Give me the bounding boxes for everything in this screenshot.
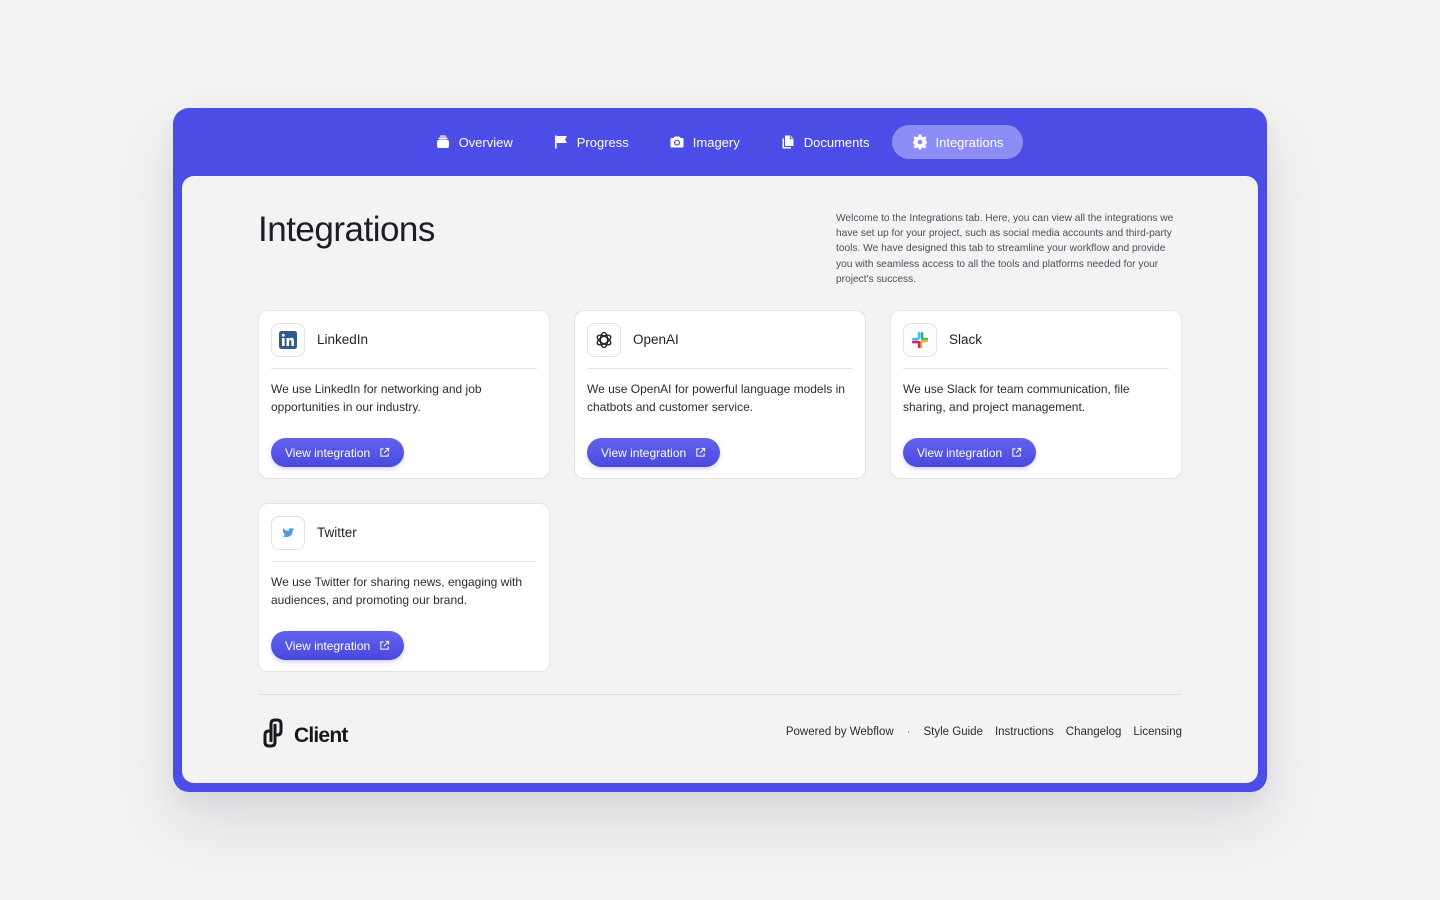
intro-text: Welcome to the Integrations tab. Here, y…	[836, 213, 1174, 285]
button-label: View integration	[285, 638, 371, 653]
tab-label: Progress	[576, 134, 629, 150]
tab-label: Overview	[458, 134, 513, 150]
external-link-icon	[379, 640, 390, 651]
card-description: We use Slack for team communication, fil…	[903, 382, 1130, 414]
tab-documents[interactable]: Documents	[762, 125, 888, 159]
card-description: We use LinkedIn for networking and job o…	[271, 382, 482, 414]
camera-icon	[669, 134, 685, 150]
app-frame: Overview Progress Imagery Documents Inte…	[173, 108, 1267, 792]
integration-card-slack: Slack We use Slack for team communicatio…	[890, 310, 1182, 479]
card-title: Slack	[949, 332, 983, 347]
button-label: View integration	[917, 445, 1003, 460]
card-title: LinkedIn	[317, 332, 369, 347]
main-panel: Integrations Welcome to the Integrations…	[182, 176, 1258, 783]
view-integration-button[interactable]: View integration	[587, 438, 721, 467]
footer-link-instructions[interactable]: Instructions	[995, 726, 1054, 738]
tab-progress[interactable]: Progress	[535, 125, 647, 159]
page-title: Integrations	[258, 210, 435, 249]
openai-icon	[587, 323, 621, 357]
linkedin-icon	[271, 323, 305, 357]
twitter-icon	[271, 516, 305, 550]
brand-name: Client	[294, 723, 348, 747]
external-link-icon	[695, 447, 706, 458]
gear-icon	[912, 134, 928, 150]
brand-logo[interactable]: Client	[258, 718, 348, 753]
integration-card-openai: OpenAI We use OpenAI for powerful langua…	[574, 310, 866, 479]
tab-label: Imagery	[692, 134, 740, 150]
link-logo-icon	[258, 718, 288, 753]
card-header: LinkedIn	[271, 323, 537, 369]
card-description: We use Twitter for sharing news, engagin…	[271, 575, 523, 607]
view-integration-button[interactable]: View integration	[903, 438, 1037, 467]
powered-by-link[interactable]: Powered by Webflow	[786, 726, 894, 738]
tab-label: Documents	[803, 134, 870, 150]
footer-link-changelog[interactable]: Changelog	[1066, 726, 1122, 738]
layers-icon	[435, 134, 451, 150]
tab-imagery[interactable]: Imagery	[651, 125, 758, 159]
separator-dot: ·	[906, 726, 911, 738]
slack-icon	[903, 323, 937, 357]
external-link-icon	[379, 447, 390, 458]
integration-card-twitter: Twitter We use Twitter for sharing news,…	[258, 503, 550, 672]
footer-divider	[258, 694, 1182, 695]
card-header: Slack	[903, 323, 1169, 369]
card-title: OpenAI	[633, 332, 679, 347]
flag-icon	[553, 134, 569, 150]
card-description: We use OpenAI for powerful language mode…	[587, 382, 845, 414]
tab-integrations[interactable]: Integrations	[891, 125, 1024, 159]
view-integration-button[interactable]: View integration	[271, 438, 405, 467]
external-link-icon	[1011, 447, 1022, 458]
documents-icon	[780, 134, 796, 150]
view-integration-button[interactable]: View integration	[271, 631, 405, 660]
card-title: Twitter	[317, 525, 357, 540]
button-label: View integration	[285, 445, 371, 460]
button-label: View integration	[601, 445, 687, 460]
integration-card-linkedin: LinkedIn We use LinkedIn for networking …	[258, 310, 550, 479]
card-header: Twitter	[271, 516, 537, 562]
footer-link-style-guide[interactable]: Style Guide	[924, 726, 983, 738]
card-header: OpenAI	[587, 323, 853, 369]
footer-link-licensing[interactable]: Licensing	[1133, 726, 1182, 738]
tab-label: Integrations	[935, 134, 1004, 150]
tab-overview[interactable]: Overview	[417, 125, 531, 159]
top-nav: Overview Progress Imagery Documents Inte…	[173, 108, 1267, 176]
footer-links: Powered by Webflow · Style Guide Instruc…	[786, 726, 1182, 738]
